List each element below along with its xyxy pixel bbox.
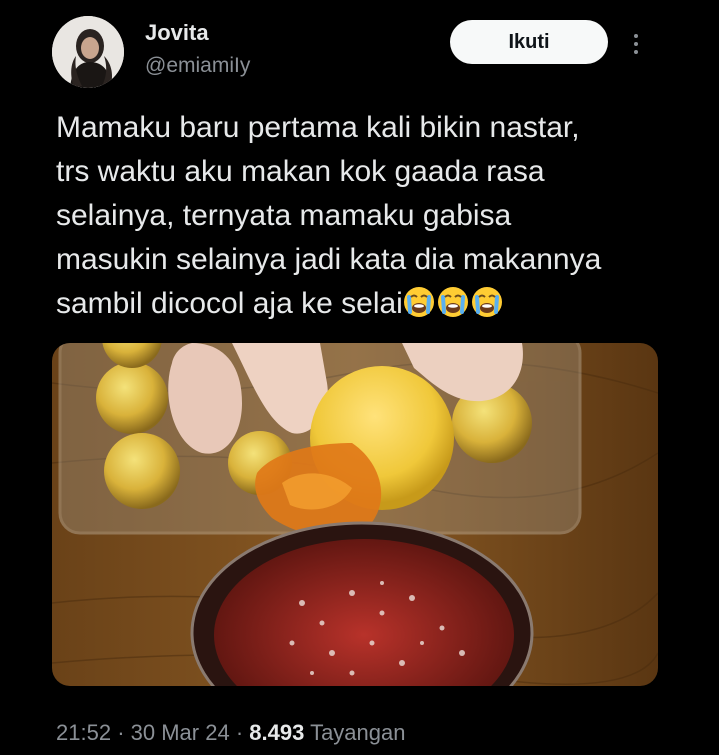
meta-separator: · xyxy=(235,720,244,745)
views-count: 8.493 xyxy=(249,720,305,745)
tweet-time[interactable]: 21:52 xyxy=(56,720,111,745)
tweet-line: masukin selainya jadi kata dia makannya xyxy=(56,243,602,276)
tweet-line-last: sambil dicocol aja ke selai xyxy=(56,282,676,326)
tweet-line: trs waktu aku makan kok gaada rasa xyxy=(56,155,545,188)
tweet-line: selainya, ternyata mamaku gabisa xyxy=(56,199,512,232)
tweet-date[interactable]: 30 Mar 24 xyxy=(131,720,230,745)
more-vertical-icon[interactable] xyxy=(632,32,640,56)
loudly-crying-face-icon xyxy=(403,287,434,317)
follow-button[interactable]: Ikuti xyxy=(450,20,608,64)
author-handle[interactable]: @emiamiIy xyxy=(145,54,250,78)
author-avatar[interactable] xyxy=(52,16,124,88)
loudly-crying-face-icon xyxy=(471,287,502,317)
tweet-line-text: sambil dicocol aja ke selai xyxy=(56,287,403,320)
views-label: Tayangan xyxy=(310,720,406,745)
author-name[interactable]: Jovita xyxy=(145,20,209,46)
user-avatar-photo-icon xyxy=(52,16,124,88)
loudly-crying-face-icon xyxy=(437,287,468,317)
tweet-text: Mamaku baru pertama kali bikin nastar, t… xyxy=(56,106,676,326)
tweet-line: Mamaku baru pertama kali bikin nastar, xyxy=(56,111,580,144)
tweet-meta: 21:52 · 30 Mar 24 · 8.493 Tayangan xyxy=(56,720,405,746)
tweet-photo[interactable] xyxy=(52,343,658,686)
photo-nastar-dipped-in-jam-icon xyxy=(52,343,658,686)
meta-separator: · xyxy=(117,720,125,745)
